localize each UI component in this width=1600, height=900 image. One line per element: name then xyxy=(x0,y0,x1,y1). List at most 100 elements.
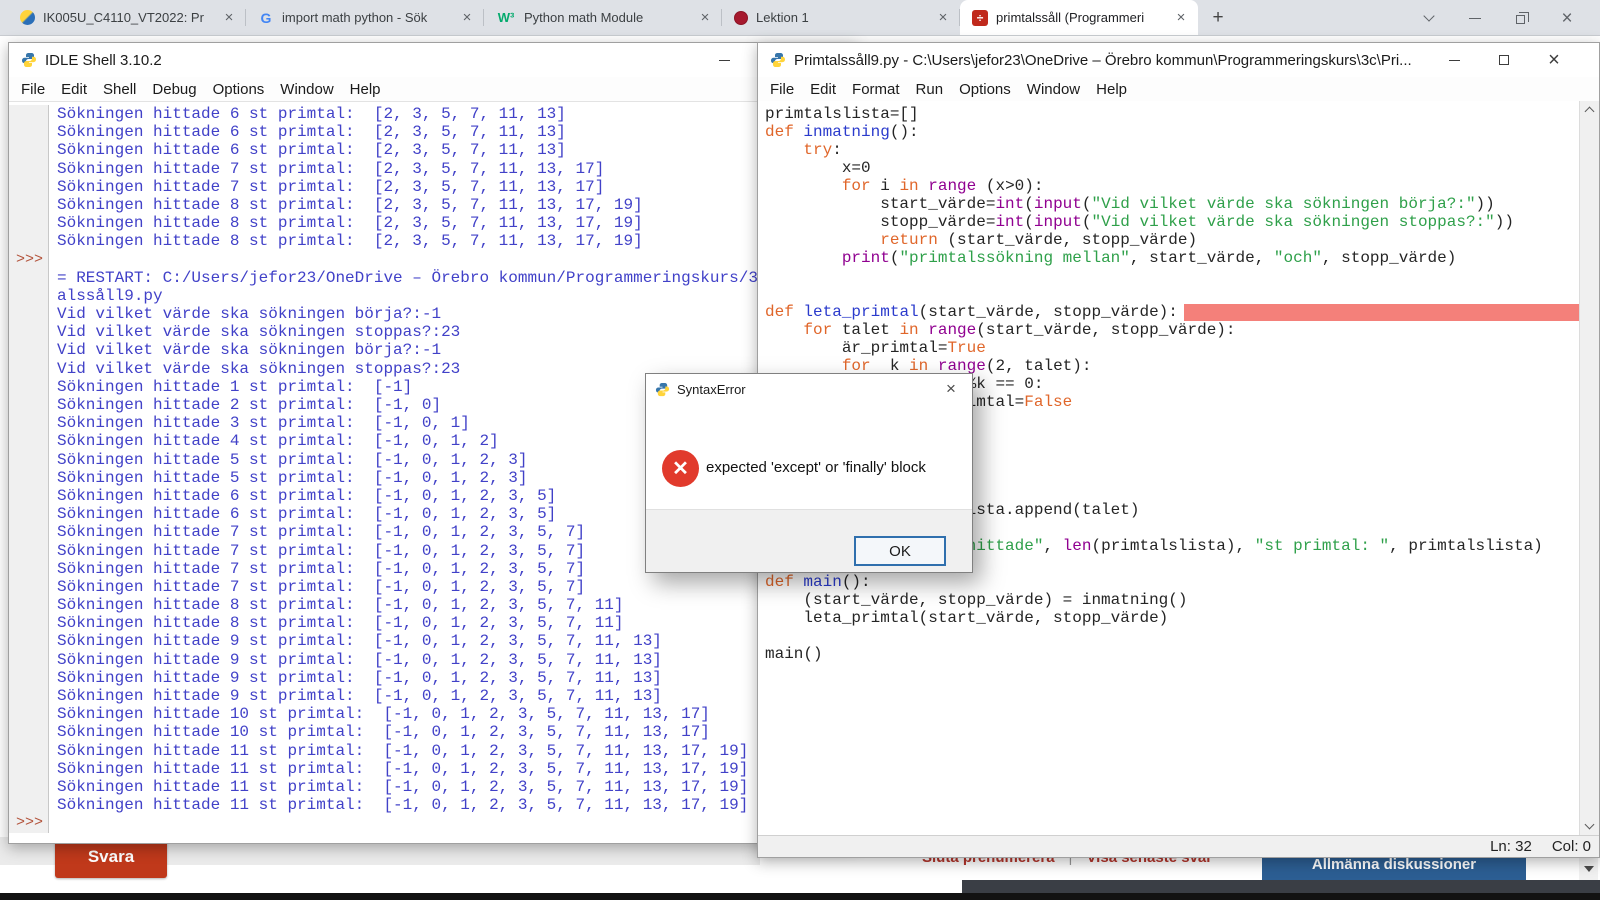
code-line: x=0 xyxy=(765,159,1579,177)
menu-file[interactable]: File xyxy=(762,81,802,98)
editor-titlebar[interactable]: Primtalssåll9.py - C:\Users\jefor23\OneD… xyxy=(758,43,1599,77)
shell-titlebar[interactable]: IDLE Shell 3.10.2 xyxy=(9,43,856,77)
shell-line: Sökningen hittade 9 st primtal: [-1, 0, … xyxy=(9,632,856,651)
tab-close-icon[interactable]: × xyxy=(1172,9,1190,27)
menu-options[interactable]: Options xyxy=(951,81,1019,98)
shell-gutter xyxy=(9,796,49,815)
browser-minimize-button[interactable] xyxy=(1452,0,1498,36)
menu-window[interactable]: Window xyxy=(272,81,341,98)
code-token: main() xyxy=(765,645,823,663)
menu-options[interactable]: Options xyxy=(205,81,273,98)
code-line: for talet in range (start_värde, stopp_vä… xyxy=(765,321,1579,339)
dialog-titlebar[interactable]: SyntaxError × xyxy=(646,374,972,404)
code-token: range xyxy=(928,177,977,195)
shell-gutter xyxy=(9,687,49,706)
dialog-close-button[interactable]: × xyxy=(938,376,964,402)
shell-line: Sökningen hittade 7 st primtal: [-1, 0, … xyxy=(9,577,856,597)
browser-tab[interactable]: Gimport math python - Sök × xyxy=(246,0,484,35)
browser-tab[interactable]: Lektion 1 × xyxy=(722,0,960,35)
code-token: (x>0): xyxy=(976,177,1044,195)
shell-gutter xyxy=(9,396,49,415)
menu-help[interactable]: Help xyxy=(342,81,389,98)
code-token: (start_värde, stopp_värde): xyxy=(976,321,1236,339)
shell-line: Sökningen hittade 10 st primtal: [-1, 0,… xyxy=(9,705,856,724)
code-token: int xyxy=(995,195,1025,213)
shell-gutter xyxy=(9,541,49,560)
shell-line-text xyxy=(49,251,57,269)
code-token: leta_primtal xyxy=(803,303,919,321)
w3schools-icon: W³ xyxy=(497,10,515,25)
python-file-icon xyxy=(771,53,785,67)
maximize-icon xyxy=(1499,55,1509,65)
shell-line-text: Sökningen hittade 8 st primtal: [2, 3, 5… xyxy=(57,214,643,233)
menu-format[interactable]: Format xyxy=(844,81,908,98)
browser-tab[interactable]: ÷ primtalssåll (Programmeri × xyxy=(960,0,1198,35)
tab-close-icon[interactable]: × xyxy=(220,9,238,27)
university-icon xyxy=(734,10,748,25)
tab-title: Python math Module xyxy=(524,10,644,25)
editor-maximize-button[interactable] xyxy=(1489,43,1519,77)
restore-icon xyxy=(1515,11,1529,24)
menu-shell[interactable]: Shell xyxy=(95,81,144,98)
shell-gutter xyxy=(9,377,49,396)
tab-close-icon[interactable]: × xyxy=(696,9,714,27)
shell-gutter xyxy=(9,195,49,215)
shell-gutter xyxy=(9,668,49,687)
browser-tab[interactable]: IK005U_C4110_VT2022: Pr × xyxy=(8,0,246,35)
editor-scrollbar[interactable] xyxy=(1579,101,1599,835)
code-line: print("primtalssökning mellan", start_vä… xyxy=(765,249,1579,267)
shell-gutter xyxy=(9,486,49,506)
menu-debug[interactable]: Debug xyxy=(144,81,204,98)
code-token: (start_värde, stopp_värde) xyxy=(937,231,1198,249)
shell-line-text: Sökningen hittade 9 st primtal: [-1, 0, … xyxy=(57,650,662,669)
menu-edit[interactable]: Edit xyxy=(802,81,844,98)
ok-button[interactable]: OK xyxy=(854,536,946,566)
code-token: , stopp_värde) xyxy=(1321,249,1457,267)
menu-edit[interactable]: Edit xyxy=(53,81,95,98)
shell-line: Sökningen hittade 11 st primtal: [-1, 0,… xyxy=(9,796,856,815)
tab-close-icon[interactable]: × xyxy=(458,9,476,27)
chevron-down-icon xyxy=(1423,10,1435,22)
new-tab-button[interactable]: + xyxy=(1204,4,1232,32)
menu-run[interactable]: Run xyxy=(908,81,952,98)
code-token: )) xyxy=(1475,195,1495,213)
tab-close-icon[interactable]: × xyxy=(934,9,952,27)
shell-line-text: Sökningen hittade 6 st primtal: [2, 3, 5… xyxy=(57,105,566,123)
shell-line-text: Vid vilket värde ska sökningen stoppas?:… xyxy=(57,323,461,342)
code-line: for i in range (x>0): xyxy=(765,177,1579,195)
shell-line-text: Sökningen hittade 3 st primtal: [-1, 0, … xyxy=(57,414,470,433)
browser-restore-button[interactable] xyxy=(1498,0,1544,36)
editor-minimize-button[interactable] xyxy=(1439,43,1469,77)
page-scrollbar-down[interactable] xyxy=(1579,858,1598,880)
code-token: ( xyxy=(889,249,900,267)
shell-gutter xyxy=(9,105,49,124)
editor-close-button[interactable]: × xyxy=(1539,43,1569,77)
shell-line-text: Sökningen hittade 6 st primtal: [-1, 0, … xyxy=(57,505,557,524)
page-footer-band xyxy=(962,880,1600,894)
code-token: x=0 xyxy=(765,159,871,177)
menu-window[interactable]: Window xyxy=(1019,81,1088,98)
minimize-icon xyxy=(718,59,730,61)
editor-window-controls: × xyxy=(1439,43,1569,77)
shell-minimize-button[interactable] xyxy=(709,43,739,77)
shell-line-text: Sökningen hittade 9 st primtal: [-1, 0, … xyxy=(57,668,662,687)
code-token: in xyxy=(899,177,919,195)
browser-tab[interactable]: W³ Python math Module × xyxy=(484,0,722,35)
menu-help[interactable]: Help xyxy=(1088,81,1135,98)
tab-title: import math python - Sök xyxy=(282,10,428,25)
menu-file[interactable]: File xyxy=(13,81,53,98)
tab-title: Lektion 1 xyxy=(756,10,809,25)
tab-search-button[interactable] xyxy=(1406,0,1452,36)
shell-line: alssåll9.py xyxy=(9,286,856,306)
code-token: input xyxy=(1033,195,1082,213)
shell-line: Vid vilket värde ska sökningen stoppas?:… xyxy=(9,323,856,342)
shell-line-text: Sökningen hittade 1 st primtal: [-1] xyxy=(57,377,413,396)
code-token: primtalslista=[] xyxy=(765,105,919,123)
shell-gutter xyxy=(9,523,49,542)
close-icon: × xyxy=(1548,49,1560,71)
browser-close-button[interactable]: × xyxy=(1544,0,1590,36)
code-token: ( xyxy=(1024,195,1034,213)
